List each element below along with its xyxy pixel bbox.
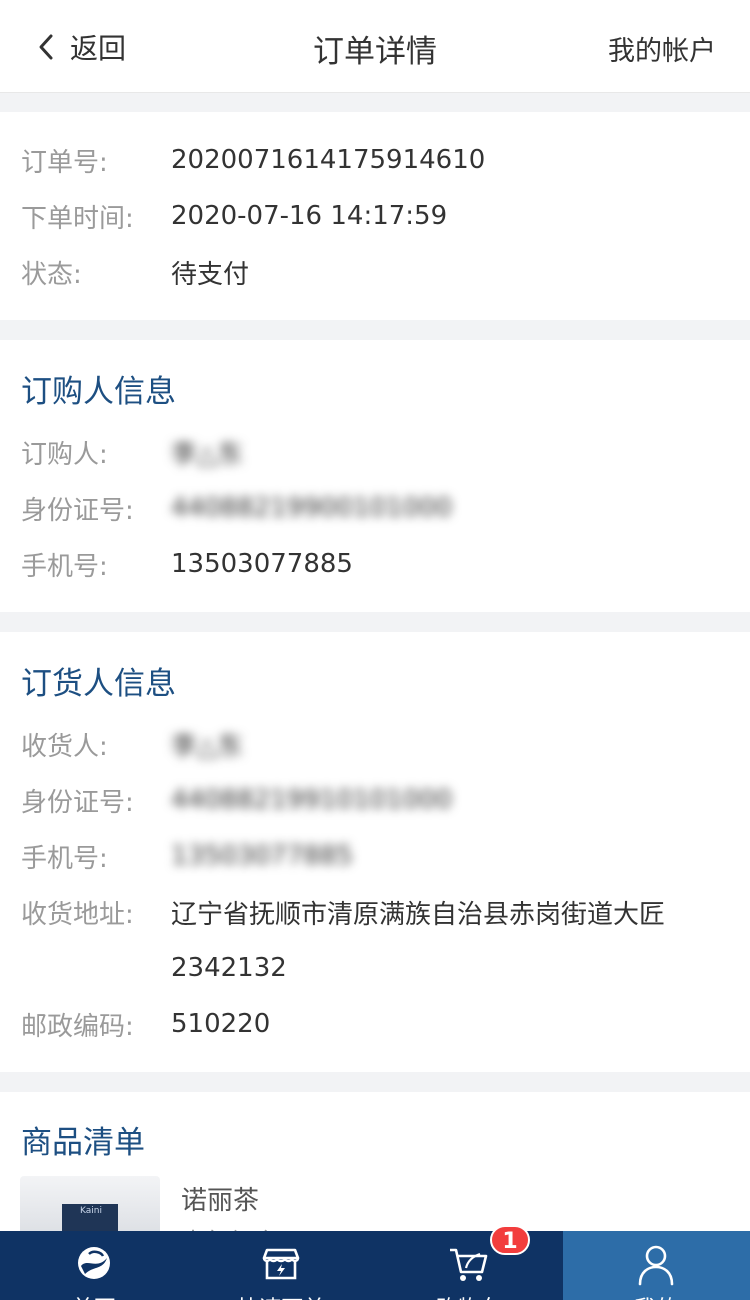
buyer-id-value: 44088219900101000	[171, 493, 453, 523]
receiver-name-value: 李△东	[171, 731, 243, 762]
order-time-label: 下单时间:	[21, 203, 134, 234]
tab-me[interactable]: 我的	[562, 1231, 750, 1300]
receiver-section-title: 订货人信息	[21, 666, 176, 702]
order-time-value: 2020-07-16 14:17:59	[171, 201, 448, 231]
top-nav-bar: 返回 订单详情 我的帐户	[0, 0, 750, 93]
tab-quick-order-label: 快速下单	[188, 1291, 376, 1300]
receiver-address-line1: 辽宁省抚顺市清原满族自治县赤岗街道大匠	[171, 899, 666, 930]
tab-home[interactable]: 首页	[0, 1231, 188, 1300]
buyer-name-value: 李△东	[171, 439, 243, 470]
cart-count-badge: 1	[490, 1225, 530, 1255]
tab-home-label: 首页	[0, 1291, 188, 1300]
bottom-tab-bar: 首页 快速下单 购物车 我的	[0, 1231, 750, 1300]
product-name[interactable]: 诺丽茶	[181, 1180, 259, 1217]
receiver-phone-label: 手机号:	[21, 843, 108, 874]
buyer-phone-label: 手机号:	[21, 551, 108, 582]
receiver-id-label: 身份证号:	[21, 787, 134, 818]
buyer-phone-row: 手机号: 13503077885	[21, 544, 353, 584]
quick-order-icon	[262, 1248, 300, 1280]
receiver-address-row-2: 2342132	[21, 948, 287, 988]
buyer-phone-value: 13503077885	[171, 549, 353, 579]
receiver-id-value: 44088219910101000	[171, 785, 453, 815]
tab-cart-label: 购物车	[375, 1291, 563, 1300]
receiver-address-label: 收货地址:	[21, 899, 134, 930]
receiver-address-line2: 2342132	[171, 953, 287, 983]
cart-icon	[449, 1248, 488, 1281]
receiver-zip-row: 邮政编码: 510220	[21, 1004, 270, 1044]
order-time-row: 下单时间: 2020-07-16 14:17:59	[21, 196, 447, 236]
my-account-link[interactable]: 我的帐户	[608, 29, 716, 68]
tab-me-label: 我的	[563, 1291, 750, 1300]
order-number-value: 2020071614175914610	[171, 145, 486, 175]
home-logo-icon	[77, 1247, 110, 1279]
order-status-label: 状态:	[21, 259, 82, 290]
order-number-label: 订单号:	[21, 147, 108, 178]
receiver-name-row: 收货人: 李△东	[21, 724, 243, 764]
order-status-row: 状态: 待支付	[21, 252, 249, 292]
buyer-section-title: 订购人信息	[21, 374, 176, 410]
user-icon	[638, 1245, 674, 1286]
receiver-zip-label: 邮政编码:	[21, 1011, 134, 1042]
buyer-id-row: 身份证号: 44088219900101000	[21, 488, 452, 528]
receiver-phone-row: 手机号: 13503077885	[21, 836, 353, 876]
receiver-address-row: 收货地址: 辽宁省抚顺市清原满族自治县赤岗街道大匠	[21, 892, 665, 932]
receiver-id-row: 身份证号: 44088219910101000	[21, 780, 452, 820]
receiver-phone-value: 13503077885	[171, 841, 353, 871]
tab-quick-order[interactable]: 快速下单	[188, 1231, 376, 1300]
receiver-name-label: 收货人:	[21, 731, 108, 762]
product-thumbnail[interactable]: Kaini	[20, 1176, 160, 1236]
buyer-name-label: 订购人:	[21, 439, 108, 470]
product-box-brand: Kaini	[80, 1206, 102, 1216]
order-number-row: 订单号: 2020071614175914610	[21, 140, 485, 180]
receiver-zip-value: 510220	[171, 1009, 271, 1039]
buyer-id-label: 身份证号:	[21, 495, 134, 526]
goods-section-title: 商品清单	[21, 1125, 145, 1161]
order-status-value: 待支付	[171, 259, 250, 290]
buyer-name-row: 订购人: 李△东	[21, 432, 243, 472]
tab-cart[interactable]: 购物车	[375, 1231, 563, 1300]
